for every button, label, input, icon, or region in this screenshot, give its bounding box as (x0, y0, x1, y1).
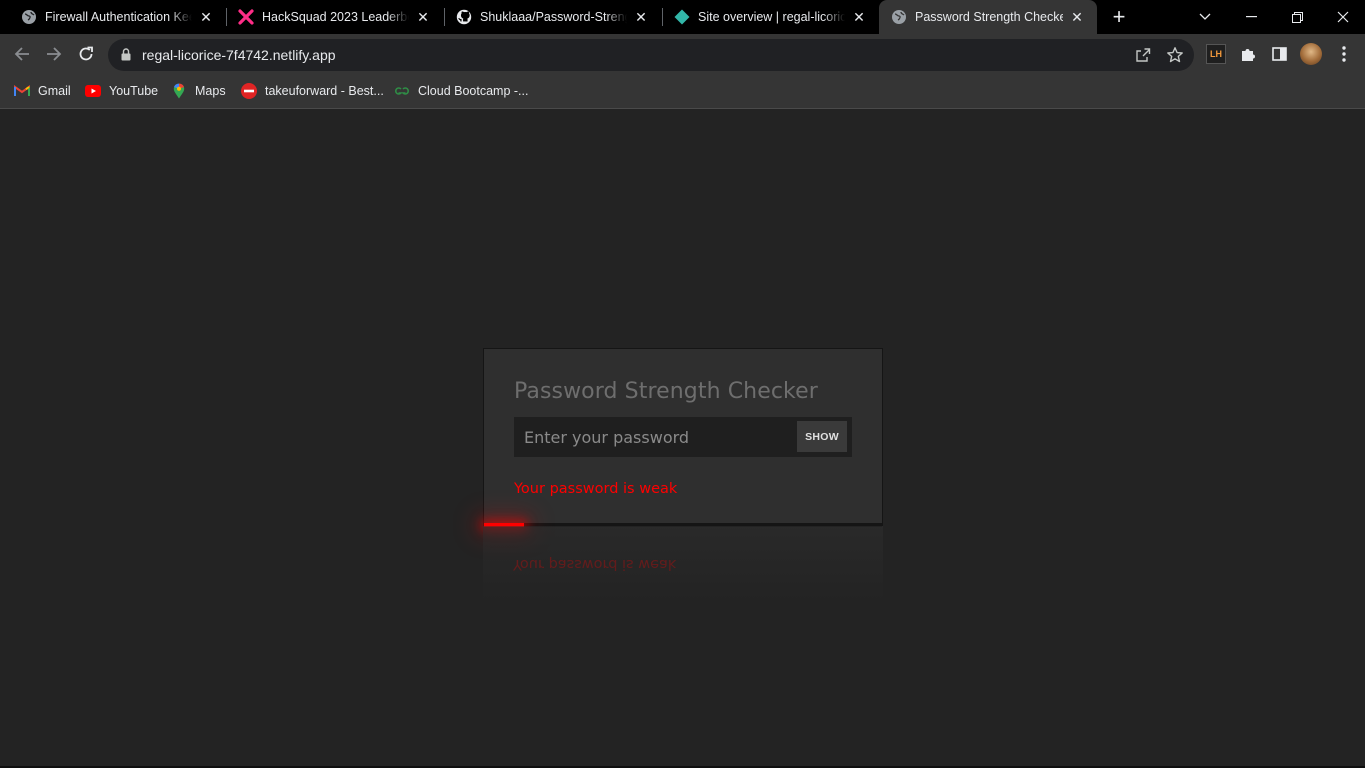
bookmark-label: Maps (195, 84, 226, 98)
netlify-icon (674, 9, 690, 25)
password-field-container: SHOW (514, 417, 852, 457)
globe-icon (892, 10, 906, 24)
bookmark-label: takeuforward - Best... (265, 84, 384, 98)
bookmark-gmail[interactable]: Gmail (14, 82, 71, 100)
tab-title: Firewall Authentication Keep (45, 10, 192, 24)
forward-button[interactable] (42, 42, 66, 66)
profile-button[interactable] (1300, 43, 1322, 65)
reload-icon (79, 46, 93, 61)
tuf-icon (241, 83, 257, 99)
tab-title: Site overview | regal-licorice (698, 10, 845, 24)
bookmark-label: Cloud Bootcamp -... (418, 84, 529, 98)
close-icon[interactable]: ✕ (415, 9, 431, 25)
bookmark-cloud-bootcamp[interactable]: Cloud Bootcamp -... (394, 82, 528, 100)
extensions-button[interactable] (1237, 43, 1259, 65)
geeksforgeeks-icon (394, 83, 410, 99)
tab-hacksquad[interactable]: HackSquad 2023 Leaderboard ✕ (217, 0, 443, 34)
hacksquad-x-icon (238, 9, 254, 25)
tab-title: HackSquad 2023 Leaderboard (262, 10, 409, 24)
new-tab-button[interactable]: + (1108, 6, 1130, 28)
side-panel-icon (1271, 47, 1287, 61)
tab-title: Shuklaaa/Password-Strength (480, 10, 627, 24)
back-arrow-icon (14, 47, 29, 61)
tab-github[interactable]: Shuklaaa/Password-Strength ✕ (435, 0, 661, 34)
page-title: Password Strength Checker (514, 379, 818, 404)
bookmark-maps[interactable]: Maps (171, 82, 226, 100)
lighthouse-extension-button[interactable]: LH (1205, 43, 1227, 65)
show-password-button[interactable]: SHOW (797, 421, 847, 452)
minimize-button[interactable] (1228, 0, 1274, 34)
lighthouse-icon: LH (1206, 44, 1226, 64)
restore-button[interactable] (1274, 0, 1320, 34)
url-text: regal-licorice-7f4742.netlify.app (142, 47, 336, 63)
avatar (1300, 43, 1322, 65)
address-bar[interactable]: regal-licorice-7f4742.netlify.app (108, 39, 1194, 71)
tab-password-checker[interactable]: Password Strength Checker ✕ (879, 0, 1097, 34)
close-icon[interactable]: ✕ (1069, 9, 1085, 25)
tab-title: Password Strength Checker (915, 10, 1063, 24)
lock-icon (121, 48, 131, 61)
chevron-down-icon (1199, 13, 1211, 20)
close-window-button[interactable] (1320, 0, 1365, 34)
bookmark-takeuforward[interactable]: takeuforward - Best... (241, 82, 384, 100)
close-icon (1337, 11, 1349, 23)
strength-message-reflection: Your password is weak (513, 556, 677, 572)
browser-toolbar: regal-licorice-7f4742.netlify.app LH (0, 34, 1365, 74)
bookmarks-bar: Gmail YouTube Maps takeuforward - Best..… (0, 74, 1365, 109)
side-panel-button[interactable] (1268, 43, 1290, 65)
card-reflection: Your password is weak (483, 526, 883, 610)
puzzle-icon (1242, 49, 1255, 61)
share-icon[interactable] (1135, 47, 1151, 63)
lighthouse-label: LH (1210, 49, 1222, 59)
gmail-icon (14, 83, 30, 99)
bookmark-label: YouTube (109, 84, 159, 98)
close-icon[interactable]: ✕ (198, 9, 214, 25)
back-button[interactable] (10, 42, 34, 66)
restore-icon (1291, 11, 1303, 23)
tab-strip: Firewall Authentication Keep ✕ HackSquad… (0, 0, 1365, 34)
bookmark-star-icon[interactable] (1166, 46, 1184, 64)
tab-firewall[interactable]: Firewall Authentication Keep ✕ (0, 0, 226, 34)
tab-netlify[interactable]: Site overview | regal-licorice ✕ (653, 0, 879, 34)
globe-icon (22, 10, 36, 24)
strength-message: Your password is weak (514, 481, 678, 497)
close-icon[interactable]: ✕ (633, 9, 649, 25)
tab-search-button[interactable] (1182, 0, 1228, 34)
close-icon[interactable]: ✕ (851, 9, 867, 25)
maps-icon (171, 83, 187, 99)
password-checker-card: Password Strength Checker SHOW Your pass… (483, 348, 883, 527)
bookmark-youtube[interactable]: YouTube (85, 82, 158, 100)
menu-button[interactable] (1333, 43, 1355, 65)
youtube-icon (85, 83, 101, 99)
password-input[interactable] (514, 417, 804, 457)
minimize-icon (1245, 16, 1257, 18)
reload-button[interactable] (74, 42, 98, 66)
more-vert-icon (1342, 46, 1346, 62)
forward-arrow-icon (47, 47, 62, 61)
github-icon (456, 9, 472, 25)
bookmark-label: Gmail (38, 84, 71, 98)
